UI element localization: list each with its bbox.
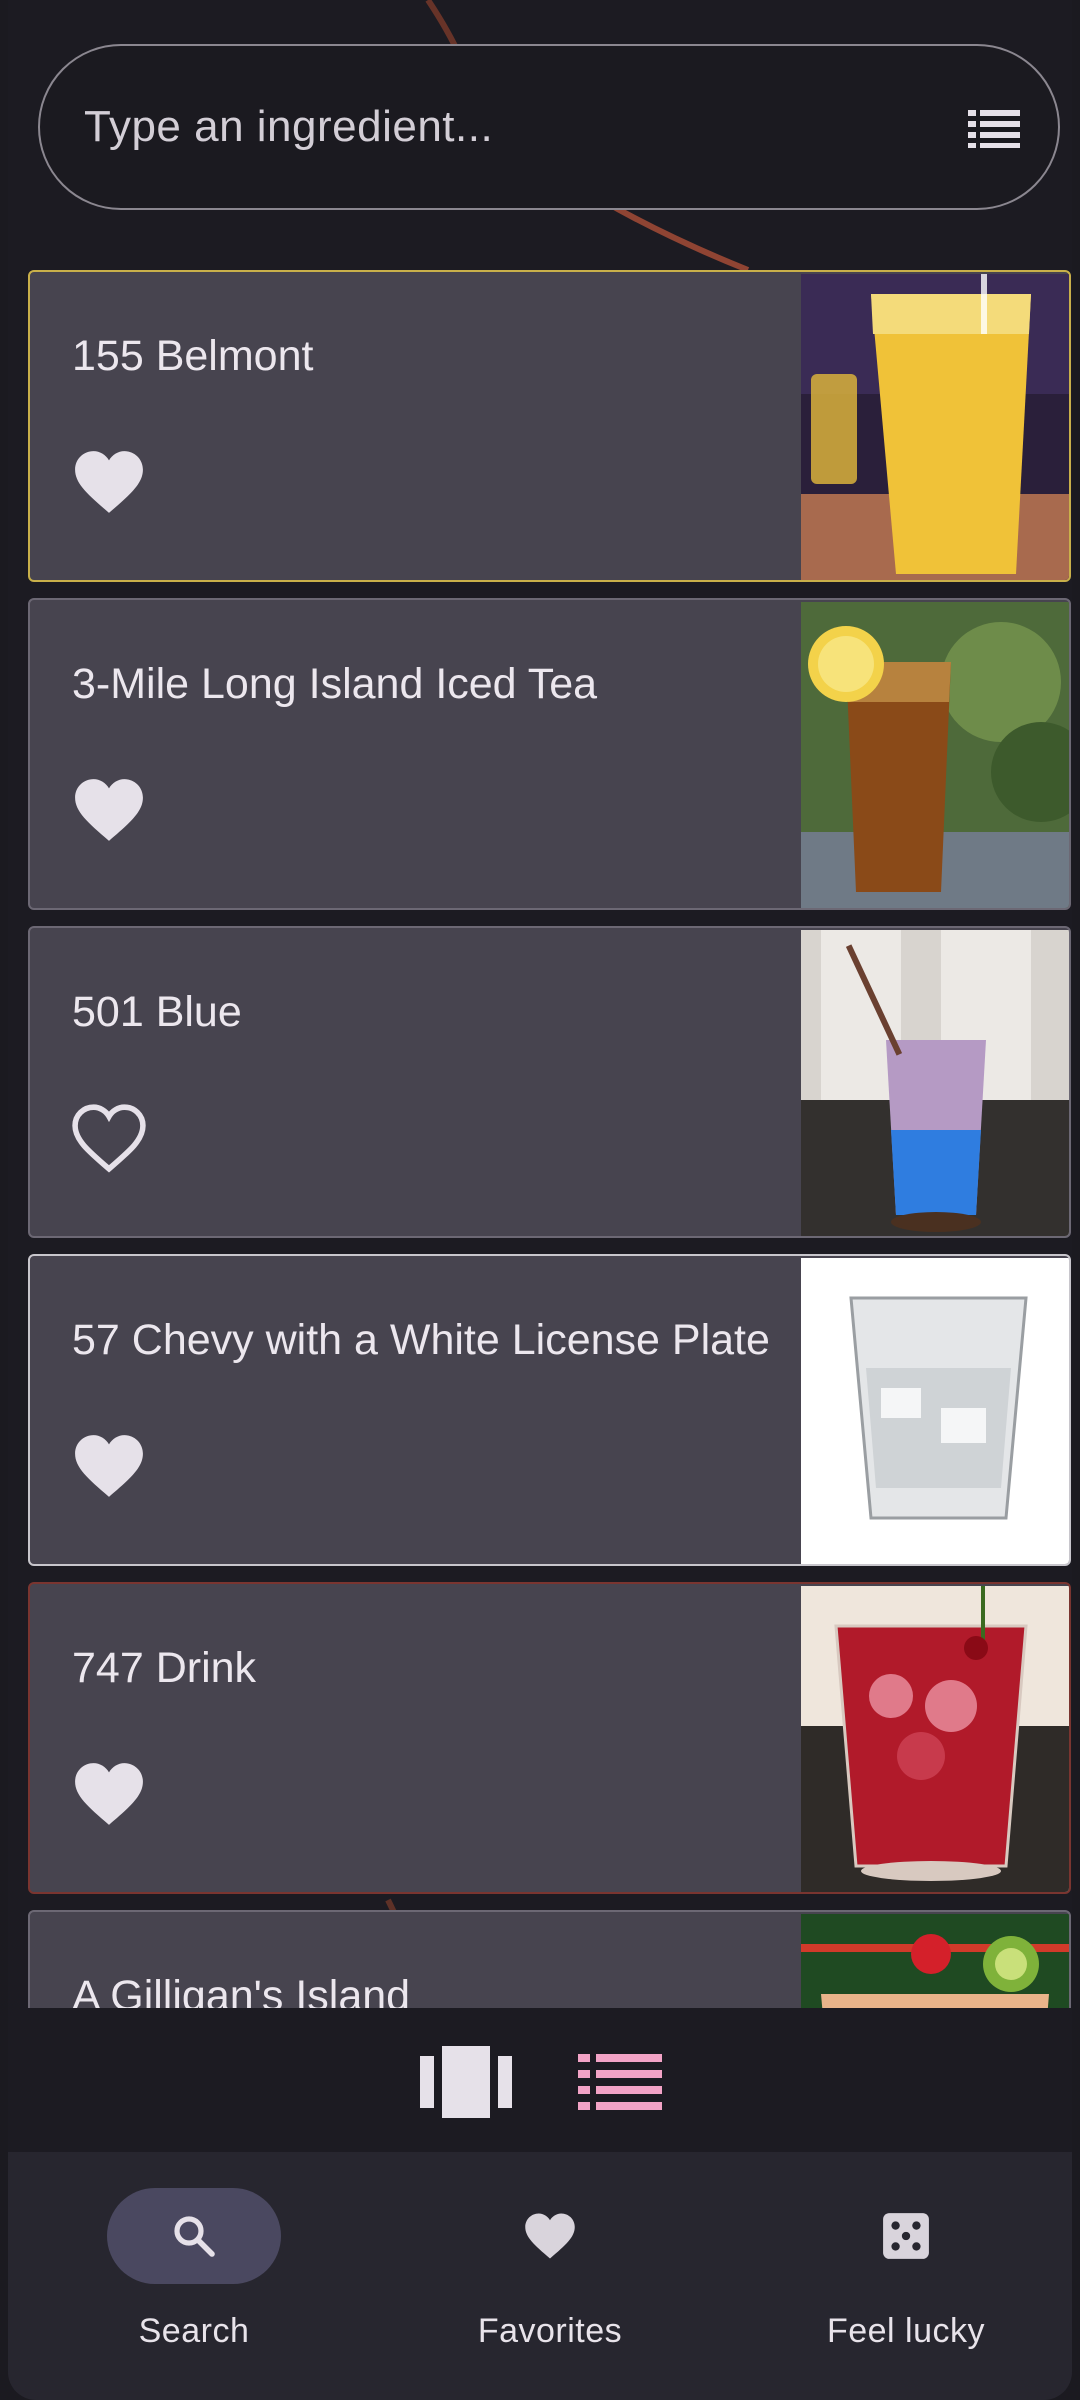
drink-photo [801, 1258, 1069, 1564]
nav-label: Favorites [477, 2312, 623, 2350]
drink-name: 155 Belmont [72, 332, 314, 380]
favorite-heart-icon[interactable] [72, 1431, 146, 1501]
heart-icon [525, 2213, 575, 2259]
ingredient-search-field[interactable]: Type an ingredient... [38, 44, 1060, 210]
drink-card[interactable]: 747 Drink [28, 1582, 1071, 1894]
drink-card[interactable]: 501 Blue [28, 926, 1071, 1238]
drink-photo [801, 1586, 1069, 1892]
drink-name: 3-Mile Long Island Iced Tea [72, 660, 598, 708]
nav-feel-lucky[interactable]: Feel lucky [786, 2188, 1026, 2368]
drink-name: 501 Blue [72, 988, 242, 1036]
favorite-heart-icon[interactable] [72, 775, 146, 845]
drink-card[interactable]: 57 Chevy with a White License Plate [28, 1254, 1071, 1566]
nav-favorites-indicator [463, 2188, 637, 2284]
favorite-heart-icon[interactable] [72, 1759, 146, 1829]
search-placeholder: Type an ingredient... [84, 102, 494, 151]
drink-card[interactable]: 3-Mile Long Island Iced Tea [28, 598, 1071, 910]
heart-outline-shape [72, 1104, 146, 1173]
heart-filled-shape [75, 1435, 143, 1497]
list-icon[interactable] [968, 108, 1020, 148]
nav-feel-lucky-indicator [819, 2188, 993, 2284]
carousel-view-icon[interactable] [420, 2046, 512, 2118]
drink-photo [801, 274, 1069, 580]
list-view-icon[interactable] [578, 2054, 662, 2110]
nav-label: Feel lucky [826, 2312, 986, 2350]
favorite-heart-icon[interactable] [72, 447, 146, 517]
nav-search-indicator [107, 2188, 281, 2284]
nav-search[interactable]: Search [74, 2188, 314, 2368]
heart-filled-shape [75, 779, 143, 841]
app-screen: Type an ingredient... 155 Belmont 3-Mile… [8, 0, 1072, 2400]
nav-label: Search [138, 2312, 250, 2350]
bottom-navigation: Search Favorites Feel lucky [8, 2152, 1072, 2400]
drink-name: 57 Chevy with a White License Plate [72, 1316, 770, 1364]
dice-icon [883, 2213, 929, 2259]
nav-favorites[interactable]: Favorites [430, 2188, 670, 2368]
heart-filled-shape [75, 451, 143, 513]
search-icon [174, 2216, 215, 2257]
favorite-heart-outline-icon[interactable] [72, 1103, 146, 1173]
drink-photo [801, 602, 1069, 908]
drink-card[interactable]: 155 Belmont [28, 270, 1071, 582]
drink-photo [801, 930, 1069, 1236]
heart-filled-shape [75, 1763, 143, 1825]
drink-name: 747 Drink [72, 1644, 257, 1692]
view-toggle-bar [8, 2008, 1072, 2158]
